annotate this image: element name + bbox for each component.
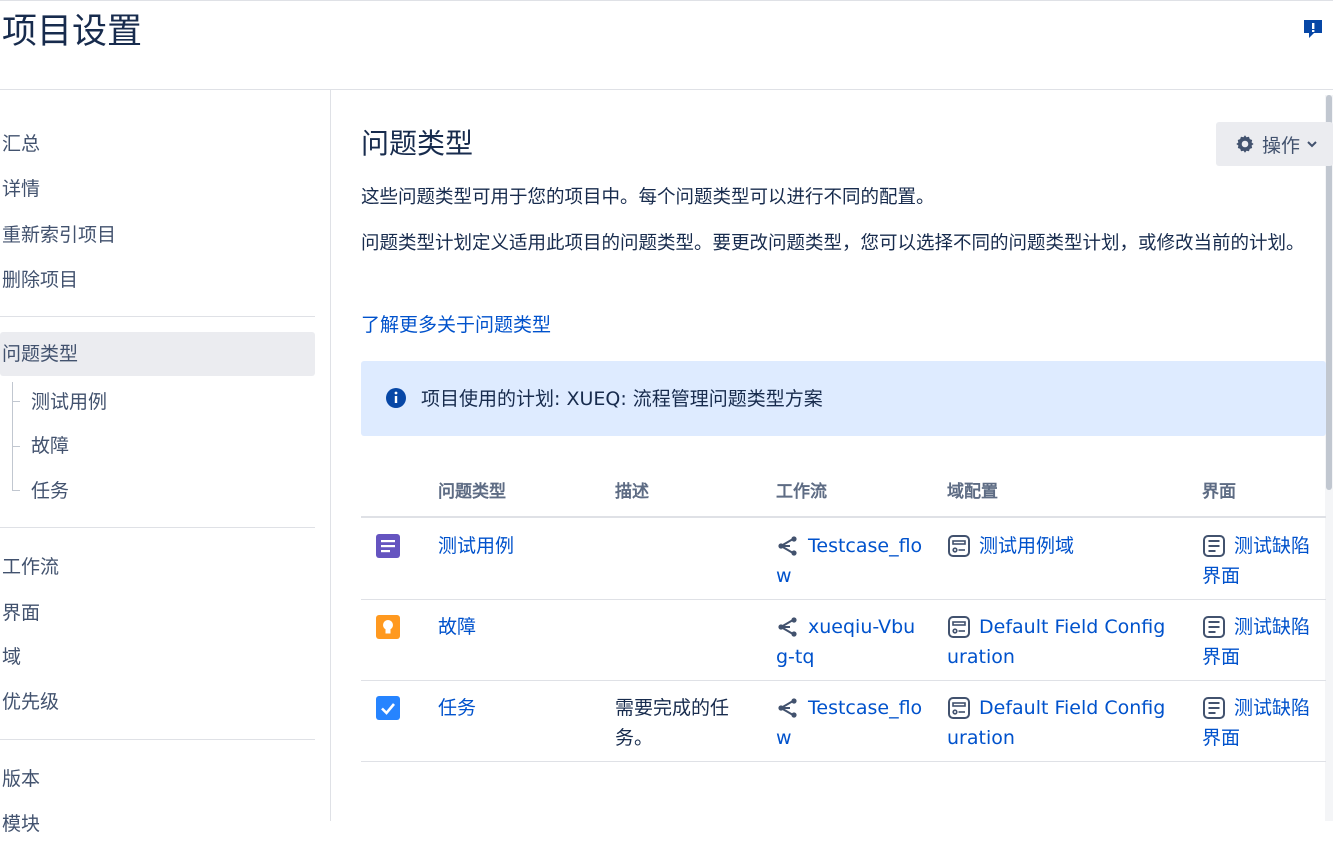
workflow-link-continued[interactable]: g-tq: [776, 642, 814, 672]
issue-type-link-bug[interactable]: 故障: [438, 612, 476, 642]
issue-type-description: 需要完成的任: [615, 697, 730, 719]
section-heading: 问题类型: [361, 127, 474, 160]
issue-type-description-continued: 务。: [615, 727, 654, 749]
workflow-icon: [778, 698, 797, 718]
sidebar-subitem-bug[interactable]: 故障: [31, 431, 69, 461]
workflow-icon: [778, 536, 797, 556]
sidebar-item-priorities[interactable]: 优先级: [0, 680, 315, 724]
column-header-workflow: 工作流: [776, 482, 827, 502]
workflow-link[interactable]: xueqiu-Vbu: [808, 612, 915, 642]
sidebar-item-delete-project[interactable]: 删除项目: [0, 258, 315, 302]
screen-icon: [1203, 616, 1225, 638]
column-header-issue-type: 问题类型: [438, 482, 506, 502]
top-border: [0, 0, 1333, 1]
sidebar-item-workflows[interactable]: 工作流: [0, 545, 315, 589]
sidebar-divider: [0, 316, 315, 317]
screen-link-continued[interactable]: 界面: [1202, 561, 1240, 591]
feedback-icon[interactable]: [1302, 18, 1324, 40]
sidebar-item-reindex[interactable]: 重新索引项目: [0, 213, 315, 257]
chevron-down-icon: [1307, 141, 1317, 148]
scheme-info-text: 项目使用的计划: XUEQ: 流程管理问题类型方案: [421, 388, 823, 410]
field-config-icon: [948, 697, 970, 719]
workflow-link[interactable]: Testcase_flo: [808, 693, 922, 723]
issue-type-link-testcase[interactable]: 测试用例: [438, 531, 514, 561]
table-header-divider: [361, 516, 1326, 518]
screen-link-continued[interactable]: 界面: [1202, 642, 1240, 672]
screen-icon: [1203, 535, 1225, 557]
bug-lightbulb-icon: [376, 615, 400, 639]
column-header-screen: 界面: [1202, 482, 1236, 502]
sidebar-divider: [0, 527, 315, 528]
sidebar-tree-tick: [12, 401, 20, 402]
sidebar-tree-tick: [12, 446, 20, 447]
sidebar-subitem-testcase[interactable]: 测试用例: [31, 387, 107, 417]
sidebar-tree-line: [12, 382, 13, 491]
sidebar-tree-tick: [12, 490, 20, 491]
issue-type-link-task[interactable]: 任务: [438, 693, 476, 723]
field-config-icon: [948, 616, 970, 638]
screen-link[interactable]: 测试缺陷: [1234, 612, 1310, 642]
sidebar-divider: [0, 739, 315, 740]
column-header-description: 描述: [615, 482, 649, 502]
column-header-field-config: 域配置: [947, 482, 998, 502]
page-title: 项目设置: [2, 12, 143, 52]
info-panel: 项目使用的计划: XUEQ: 流程管理问题类型方案: [361, 361, 1326, 436]
workflow-link[interactable]: Testcase_flo: [808, 531, 922, 561]
field-config-link[interactable]: 测试用例域: [979, 531, 1074, 561]
field-config-link-continued[interactable]: uration: [947, 723, 1015, 753]
field-config-link-continued[interactable]: uration: [947, 642, 1015, 672]
workflow-icon: [778, 617, 797, 637]
scheme-description: 问题类型计划定义适用此项目的问题类型。要更改问题类型，您可以选择不同的问题类型计…: [361, 233, 1305, 254]
sidebar-subitem-task[interactable]: 任务: [31, 476, 69, 506]
screen-icon: [1203, 697, 1225, 719]
story-icon: [376, 534, 400, 558]
actions-button[interactable]: 操作: [1216, 122, 1333, 166]
sidebar-item-screens[interactable]: 界面: [0, 591, 315, 635]
intro-text: 这些问题类型可用于您的项目中。每个问题类型可以进行不同的配置。: [361, 187, 935, 208]
actions-label: 操作: [1262, 134, 1301, 157]
field-config-icon: [948, 535, 970, 557]
sidebar-item-summary[interactable]: 汇总: [0, 122, 315, 166]
row-divider: [361, 761, 1326, 762]
task-checkbox-icon: [376, 696, 400, 720]
info-icon: [386, 388, 406, 408]
screen-link-continued[interactable]: 界面: [1202, 723, 1240, 753]
sidebar-item-details[interactable]: 详情: [0, 167, 315, 211]
workflow-link-continued[interactable]: w: [776, 723, 792, 753]
sidebar-item-components[interactable]: 模块: [0, 802, 315, 846]
project-settings-sidebar: 汇总 详情 重新索引项目 删除项目 问题类型 测试用例 故障 任务 工作流 界面…: [0, 90, 331, 835]
learn-more-link[interactable]: 了解更多关于问题类型: [361, 310, 551, 340]
screen-link[interactable]: 测试缺陷: [1234, 693, 1310, 723]
gear-icon: [1236, 135, 1254, 153]
field-config-link[interactable]: Default Field Config: [979, 612, 1165, 642]
sidebar-item-issue-types[interactable]: 问题类型: [0, 332, 315, 376]
row-divider: [361, 599, 1326, 600]
workflow-link-continued[interactable]: w: [776, 561, 792, 591]
sidebar-item-versions[interactable]: 版本: [0, 757, 315, 801]
field-config-link[interactable]: Default Field Config: [979, 693, 1165, 723]
sidebar-item-fields[interactable]: 域: [0, 635, 315, 679]
row-divider: [361, 680, 1326, 681]
screen-link[interactable]: 测试缺陷: [1234, 531, 1310, 561]
